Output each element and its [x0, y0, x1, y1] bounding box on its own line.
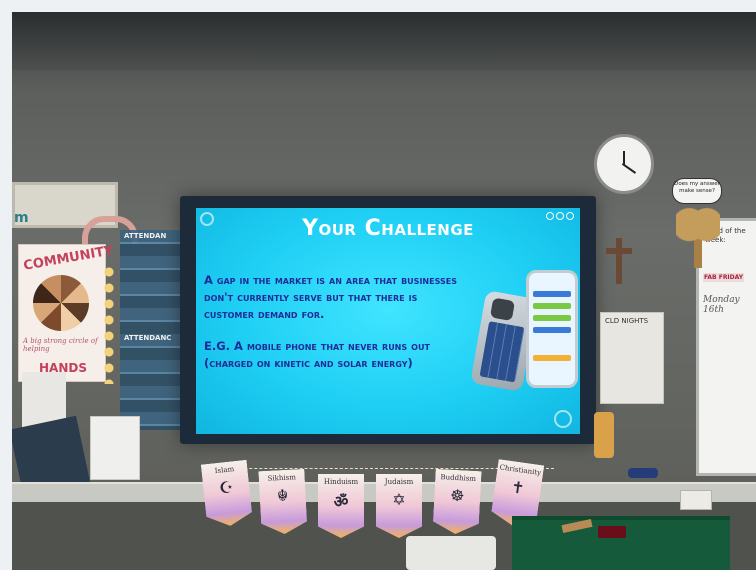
religions-bunting: Islam ☪ Sikhism ☬ Hinduism ॐ Judaism ✡ B… [204, 460, 554, 550]
bunting-flag-judaism: Judaism ✡ [376, 474, 422, 538]
slide-definition: A gap in the market is an area that busi… [204, 273, 457, 321]
fab-friday-tag: FAB FRIDAY [703, 273, 745, 282]
camera-icon [489, 297, 516, 322]
printer [406, 536, 496, 570]
face-sketch [90, 416, 140, 480]
crucifix-icon [606, 238, 632, 284]
wall-clock [594, 134, 654, 194]
tv-screen-frame: Your Challenge A gap in the market is an… [180, 196, 596, 444]
flag-label: Judaism [384, 478, 414, 486]
flag-label: Buddhism [440, 473, 477, 483]
power-socket [680, 490, 712, 510]
slide-example: E.G. A mobile phone that never runs out … [204, 339, 430, 370]
khanda-icon: ☬ [276, 485, 289, 506]
classroom-photo: m COMMUNITY A big strong circle of helpi… [12, 12, 756, 570]
notice-title: CLD NIGHTS [605, 317, 649, 325]
attendance-chart: ATTENDAN ATTENDANC [120, 230, 182, 430]
om-icon: ॐ [333, 492, 349, 511]
community-poster: COMMUNITY A big strong circle of helping… [18, 243, 115, 382]
bottle [594, 412, 614, 458]
star-of-david-icon: ✡ [392, 490, 406, 509]
bunting-flag-hinduism: Hinduism ॐ [318, 474, 364, 538]
flag-label: Islam [214, 465, 235, 476]
solar-panel-icon [479, 321, 525, 383]
attendance-label-2: ATTENDANC [124, 334, 172, 342]
flag-label: Hinduism [323, 478, 359, 486]
crescent-icon: ☪ [218, 477, 235, 498]
ceiling [12, 12, 756, 70]
attendance-label-1: ATTENDAN [124, 232, 167, 240]
flag-label: Sikhism [267, 473, 297, 483]
slide-corner-logo-icon [554, 410, 572, 428]
slide-title: Your Challenge [302, 216, 474, 241]
bunting-flag-islam: Islam ☪ [201, 460, 253, 528]
bunting-flag-sikhism: Sikhism ☬ [258, 469, 307, 535]
notice-sheet: CLD NIGHTS [600, 312, 664, 404]
red-book [598, 526, 626, 538]
green-table [512, 516, 730, 570]
speech-bubble: Does my answer make sense? [672, 178, 722, 204]
poster-title: COMMUNITY [22, 243, 115, 274]
fairy-lights-left [102, 264, 116, 384]
date-handwriting: Monday 16th [703, 295, 740, 315]
phone-screen-image [526, 270, 578, 388]
wall-sensor [628, 468, 658, 478]
cross-icon: ✝ [509, 477, 526, 498]
wall-letters: m [14, 210, 29, 226]
bunting-flag-buddhism: Buddhism ☸ [432, 469, 481, 535]
dharma-wheel-icon: ☸ [449, 485, 465, 506]
hessian-bow [676, 206, 720, 268]
poster-subtitle: A big strong circle of helping [23, 337, 98, 353]
slide-screen: Your Challenge A gap in the market is an… [196, 208, 580, 434]
hands-circle-illustration [33, 275, 89, 331]
